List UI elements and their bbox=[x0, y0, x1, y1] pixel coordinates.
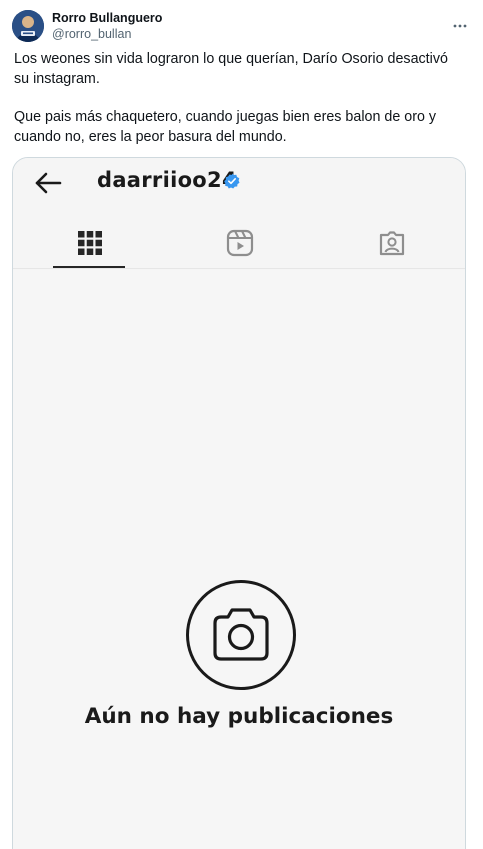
instagram-username: daarriioo24 bbox=[97, 168, 237, 192]
more-dots-icon[interactable] bbox=[449, 15, 471, 37]
empty-state-text: Aún no hay publicaciones bbox=[84, 704, 394, 729]
author-handle[interactable]: @rorro_bullan bbox=[52, 26, 162, 42]
camera-icon bbox=[185, 579, 297, 696]
tweet-header: Rorro Bullanguero @rorro_bullan bbox=[12, 8, 471, 44]
tweet-text: Los weones sin vida lograron lo que quer… bbox=[14, 50, 454, 147]
grid-icon bbox=[75, 228, 105, 258]
tab-divider bbox=[13, 268, 465, 269]
verified-badge-icon bbox=[224, 173, 240, 194]
author-names: Rorro Bullanguero @rorro_bullan bbox=[52, 10, 162, 42]
tweet-media-screenshot[interactable]: daarriioo24 Aún no hay publicaciones bbox=[12, 157, 466, 849]
tagged-icon bbox=[377, 228, 407, 258]
back-arrow-icon bbox=[33, 171, 63, 200]
tweet-paragraph-1: Los weones sin vida lograron lo que quer… bbox=[14, 51, 448, 87]
avatar[interactable] bbox=[12, 10, 44, 42]
tweet-paragraph-2: Que pais más chaquetero, cuando juegas b… bbox=[14, 109, 437, 145]
reels-icon bbox=[225, 228, 255, 258]
author-display-name[interactable]: Rorro Bullanguero bbox=[52, 10, 162, 26]
tweet: Rorro Bullanguero @rorro_bullan Los weon… bbox=[0, 0, 483, 849]
